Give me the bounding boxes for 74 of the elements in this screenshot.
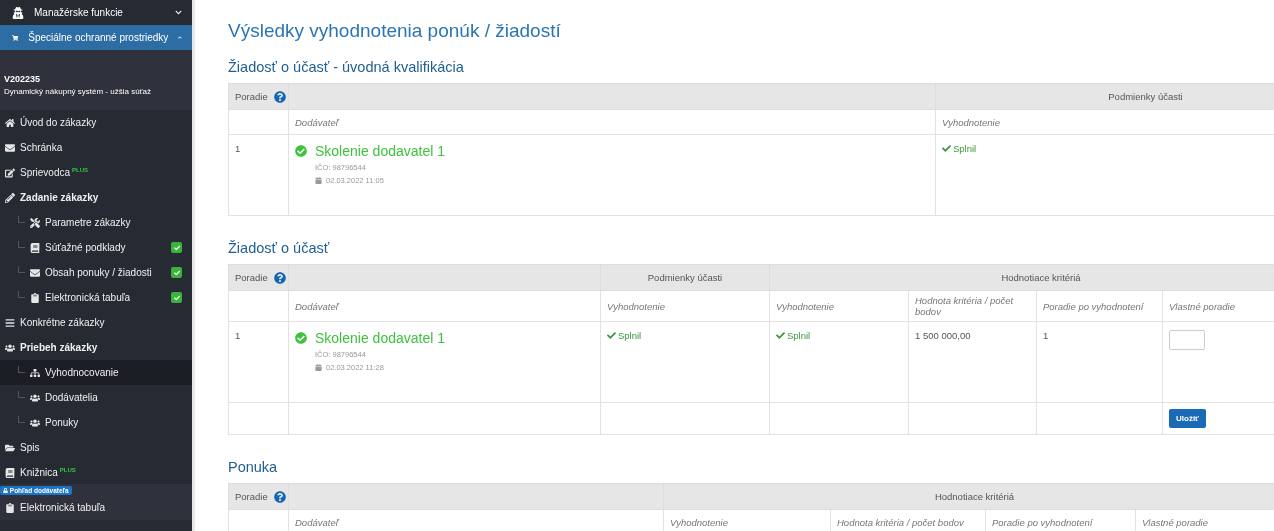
table-cell: 1 500 000,00 (908, 321, 1037, 403)
menu-item[interactable]: Parametre zákazky (0, 210, 192, 235)
chevron-up-icon (178, 34, 182, 41)
column-header: Hodnotiace kritériá (769, 264, 1274, 291)
menu-icon (30, 242, 40, 253)
selected-menu-item[interactable]: Vyhodnocovanie (0, 360, 192, 385)
column-header: Podmienky účasti (935, 83, 1274, 110)
save-button[interactable]: Uložiť (1169, 409, 1206, 428)
menu-item[interactable]: Súťažné podklady (0, 235, 192, 260)
chevron-down-icon (175, 9, 182, 16)
menu-header[interactable]: Špeciálne ochranné prostriedky (0, 25, 192, 50)
menu-icon (5, 192, 15, 203)
menu-item[interactable]: Elektronická tabuľa (0, 495, 192, 520)
column-subheader: Dodávateľ (288, 109, 936, 135)
menu-icon (30, 392, 40, 403)
menu-item[interactable]: Dodávatelia (0, 385, 192, 410)
menu-icon (30, 217, 40, 228)
column-subheader: Dodávateľ (288, 290, 601, 322)
table-cell: Splnil (600, 321, 770, 403)
menu-icon (5, 167, 15, 178)
menu-icon (5, 342, 15, 353)
menu-icon (30, 367, 40, 378)
column-subheader (228, 509, 289, 531)
menu-icon (30, 417, 40, 428)
column-subheader (228, 109, 289, 135)
menu-item[interactable]: Zadanie zákazky (0, 185, 192, 210)
rank-cell: 1 (228, 134, 289, 216)
checkmark-icon (776, 331, 785, 340)
menu-item[interactable]: Konkrétne zákazky (0, 310, 192, 335)
calendar-icon (315, 364, 322, 371)
menu-item[interactable]: Knižnica $^{PLUS}$ (0, 460, 192, 485)
section-heading: Žiadosť o účasť - úvodná kvalifikácia (228, 59, 465, 75)
page-title: Výsledky vyhodnotenia ponúk / žiadostí (228, 20, 562, 42)
menu-icon (5, 317, 15, 328)
unlock-icon (3, 488, 8, 493)
menu-icon (30, 292, 40, 303)
menu-item[interactable]: Obsah ponuky / žiadosti (0, 260, 192, 285)
column-header: Hodnotiace kritériá (663, 483, 1274, 510)
menu-icon (5, 467, 15, 478)
column-header: Poradie (228, 264, 289, 291)
section-heading: Ponuka (228, 459, 279, 475)
column-subheader: Vyhodnotenie (600, 290, 770, 322)
column-header: Podmienky účasti (600, 264, 770, 291)
column-header: Poradie (228, 483, 289, 510)
column-subheader: Poradie po vyhodnotení (1036, 290, 1163, 322)
menu-item[interactable]: Elektronická tabuľa (0, 285, 192, 310)
menu-icon (5, 502, 15, 513)
column-subheader: Hodnota kritéria / počet bodov (908, 290, 1037, 322)
menu-item[interactable]: Sprievodca $^{PLUS}$ (0, 160, 192, 185)
table-cell: Splnil (769, 321, 909, 403)
menu-icon (12, 6, 24, 19)
menu-icon (30, 267, 40, 278)
column-subheader: Vyhodnotenie (769, 290, 909, 322)
checkmark-icon (942, 144, 951, 153)
table-cell: 1 (1036, 321, 1163, 403)
rank-input[interactable] (1169, 330, 1205, 350)
column-header: Poradie (228, 83, 289, 110)
menu-item[interactable]: Úvod do zákazky (0, 110, 192, 135)
project-info: V202235 Dynamický nákupný systém - užšia súťaž (0, 50, 192, 110)
rank-cell: 1 (228, 321, 289, 403)
help-icon[interactable] (273, 90, 286, 103)
calendar-icon (315, 177, 322, 184)
menu-item[interactable]: Schránka (0, 135, 192, 160)
menu-icon (5, 142, 15, 153)
section-heading: Žiadosť o účasť (228, 240, 331, 256)
checkmark-icon (607, 331, 616, 340)
help-icon[interactable] (273, 490, 286, 503)
menu-item[interactable]: Spis (0, 435, 192, 460)
column-subheader (228, 290, 289, 322)
menu-icon (5, 117, 15, 128)
menu-item[interactable]: Ponuky (0, 410, 192, 435)
menu-icon (5, 442, 15, 453)
menu-item[interactable]: Priebeh zákazky (0, 335, 192, 360)
help-icon[interactable] (273, 271, 286, 284)
